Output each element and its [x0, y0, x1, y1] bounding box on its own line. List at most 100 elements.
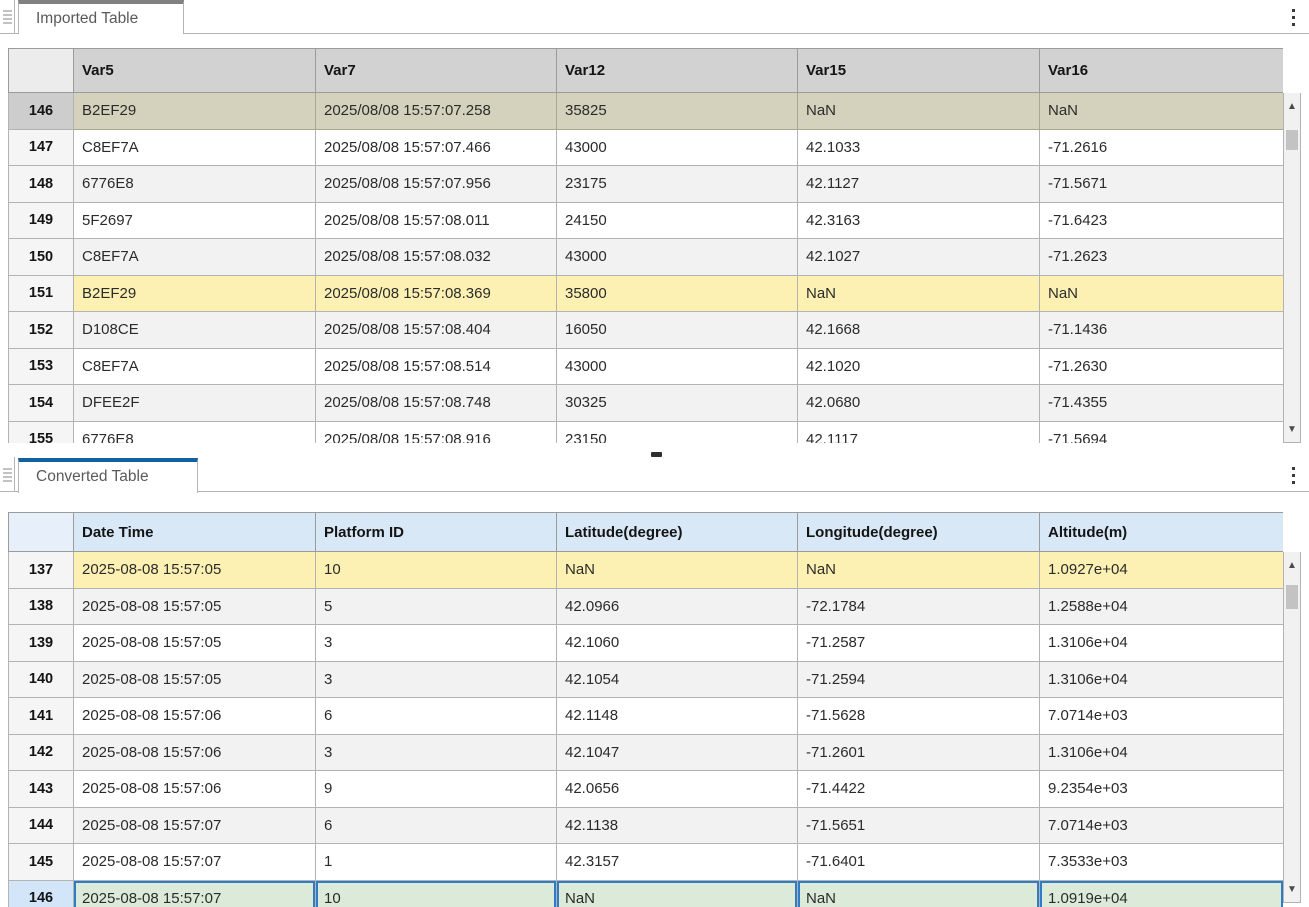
table-cell[interactable]: NaN: [1040, 93, 1284, 130]
table-cell[interactable]: 2025-08-08 15:57:06: [74, 734, 316, 771]
table-cell[interactable]: 2025-08-08 15:57:05: [74, 625, 316, 662]
row-number[interactable]: 137: [9, 552, 74, 589]
table-cell[interactable]: 1.2588e+04: [1040, 588, 1284, 625]
scroll-thumb[interactable]: [1286, 130, 1298, 150]
table-cell[interactable]: -71.4422: [798, 771, 1040, 808]
imported-vertical-scrollbar[interactable]: ▲ ▼: [1283, 93, 1301, 443]
table-cell[interactable]: 42.1047: [557, 734, 798, 771]
table-cell[interactable]: 2025/08/08 15:57:07.258: [316, 93, 557, 130]
table-cell[interactable]: 3: [316, 661, 557, 698]
table-cell[interactable]: 7.0714e+03: [1040, 698, 1284, 735]
table-cell[interactable]: 42.0680: [798, 385, 1040, 422]
row-number[interactable]: 140: [9, 661, 74, 698]
converted-column-header[interactable]: Platform ID: [316, 513, 557, 552]
table-cell[interactable]: 2025-08-08 15:57:07: [74, 844, 316, 881]
row-number[interactable]: 138: [9, 588, 74, 625]
table-cell[interactable]: C8EF7A: [74, 239, 316, 276]
table-cell[interactable]: 2025-08-08 15:57:07: [74, 807, 316, 844]
table-cell[interactable]: NaN: [798, 880, 1040, 907]
table-cell[interactable]: 2025/08/08 15:57:08.011: [316, 202, 557, 239]
table-cell[interactable]: -71.2623: [1040, 239, 1284, 276]
table-cell[interactable]: 1: [316, 844, 557, 881]
table-cell[interactable]: 2025/08/08 15:57:08.032: [316, 239, 557, 276]
table-cell[interactable]: 43000: [557, 348, 798, 385]
table-cell[interactable]: -71.2601: [798, 734, 1040, 771]
table-cell[interactable]: 10: [316, 552, 557, 589]
panel-splitter-handle[interactable]: [651, 452, 662, 457]
scroll-up-icon[interactable]: ▲: [1284, 95, 1300, 117]
table-cell[interactable]: 2025-08-08 15:57:05: [74, 588, 316, 625]
table-cell[interactable]: 42.3157: [557, 844, 798, 881]
table-cell[interactable]: 7.0714e+03: [1040, 807, 1284, 844]
table-cell[interactable]: -71.2594: [798, 661, 1040, 698]
table-cell[interactable]: -71.2587: [798, 625, 1040, 662]
converted-column-header[interactable]: Longitude(degree): [798, 513, 1040, 552]
tab-converted-table[interactable]: Converted Table: [18, 458, 198, 493]
table-cell[interactable]: 2025/08/08 15:57:08.514: [316, 348, 557, 385]
table-cell[interactable]: 1.3106e+04: [1040, 734, 1284, 771]
imported-column-header[interactable]: Var7: [316, 49, 557, 93]
table-cell[interactable]: 2025/08/08 15:57:08.916: [316, 421, 557, 443]
row-number[interactable]: 145: [9, 844, 74, 881]
table-cell[interactable]: NaN: [557, 880, 798, 907]
table-cell[interactable]: 42.1027: [798, 239, 1040, 276]
table-cell[interactable]: 42.0656: [557, 771, 798, 808]
scroll-down-icon[interactable]: ▼: [1284, 418, 1300, 440]
table-cell[interactable]: D108CE: [74, 312, 316, 349]
table-cell[interactable]: 42.0966: [557, 588, 798, 625]
tab-imported-table[interactable]: Imported Table: [18, 0, 184, 34]
table-cell[interactable]: DFEE2F: [74, 385, 316, 422]
row-number[interactable]: 153: [9, 348, 74, 385]
scroll-thumb[interactable]: [1286, 585, 1298, 609]
table-cell[interactable]: NaN: [798, 552, 1040, 589]
table-cell[interactable]: NaN: [557, 552, 798, 589]
table-cell[interactable]: 2025/08/08 15:57:08.404: [316, 312, 557, 349]
table-cell[interactable]: 6776E8: [74, 421, 316, 443]
table-cell[interactable]: -71.5671: [1040, 166, 1284, 203]
table-cell[interactable]: 42.1020: [798, 348, 1040, 385]
table-cell[interactable]: 43000: [557, 239, 798, 276]
table-cell[interactable]: 35825: [557, 93, 798, 130]
table-cell[interactable]: 3: [316, 625, 557, 662]
table-cell[interactable]: -71.5628: [798, 698, 1040, 735]
row-number[interactable]: 141: [9, 698, 74, 735]
row-number[interactable]: 146: [9, 880, 74, 907]
table-cell[interactable]: NaN: [798, 275, 1040, 312]
table-cell[interactable]: -71.6423: [1040, 202, 1284, 239]
table-cell[interactable]: 42.1054: [557, 661, 798, 698]
row-number[interactable]: 143: [9, 771, 74, 808]
table-cell[interactable]: 43000: [557, 129, 798, 166]
table-cell[interactable]: 2025/08/08 15:57:07.466: [316, 129, 557, 166]
table-cell[interactable]: 5F2697: [74, 202, 316, 239]
table-cell[interactable]: 23150: [557, 421, 798, 443]
table-cell[interactable]: -72.1784: [798, 588, 1040, 625]
table-cell[interactable]: 5: [316, 588, 557, 625]
table-cell[interactable]: 16050: [557, 312, 798, 349]
table-cell[interactable]: 6776E8: [74, 166, 316, 203]
imported-column-header[interactable]: Var15: [798, 49, 1040, 93]
table-cell[interactable]: 2025/08/08 15:57:08.748: [316, 385, 557, 422]
table-cell[interactable]: -71.6401: [798, 844, 1040, 881]
table-cell[interactable]: 1.0927e+04: [1040, 552, 1284, 589]
row-number[interactable]: 155: [9, 421, 74, 443]
table-cell[interactable]: 2025-08-08 15:57:05: [74, 552, 316, 589]
table-cell[interactable]: B2EF29: [74, 275, 316, 312]
table-cell[interactable]: 42.1060: [557, 625, 798, 662]
table-cell[interactable]: 24150: [557, 202, 798, 239]
table-cell[interactable]: 42.1668: [798, 312, 1040, 349]
panel-drag-handle[interactable]: [0, 457, 15, 492]
table-cell[interactable]: 1.3106e+04: [1040, 661, 1284, 698]
table-cell[interactable]: -71.5651: [798, 807, 1040, 844]
table-cell[interactable]: C8EF7A: [74, 348, 316, 385]
table-cell[interactable]: 1.0919e+04: [1040, 880, 1284, 907]
table-cell[interactable]: 42.1127: [798, 166, 1040, 203]
scroll-down-icon[interactable]: ▼: [1284, 878, 1300, 900]
table-cell[interactable]: 6: [316, 807, 557, 844]
imported-column-header[interactable]: Var12: [557, 49, 798, 93]
row-number[interactable]: 142: [9, 734, 74, 771]
panel-menu-icon[interactable]: [1287, 5, 1299, 29]
row-number[interactable]: 144: [9, 807, 74, 844]
table-cell[interactable]: 42.1033: [798, 129, 1040, 166]
row-number[interactable]: 150: [9, 239, 74, 276]
table-cell[interactable]: 2025-08-08 15:57:06: [74, 771, 316, 808]
